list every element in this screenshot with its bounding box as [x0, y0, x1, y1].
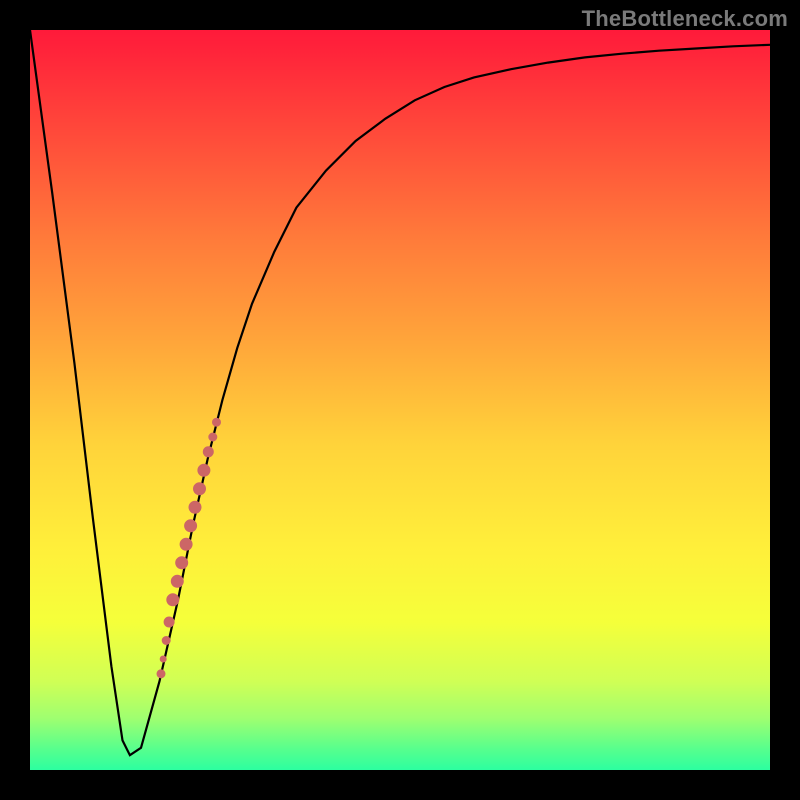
highlight-point [157, 670, 165, 678]
bottleneck-curve [30, 30, 770, 755]
highlight-point [203, 447, 213, 457]
highlight-point [164, 617, 174, 627]
highlight-point [167, 594, 179, 606]
highlight-point [213, 418, 221, 426]
highlight-point [171, 575, 183, 587]
highlight-point [176, 557, 188, 569]
highlight-point [189, 501, 201, 513]
chart-frame: TheBottleneck.com [0, 0, 800, 800]
highlight-point [160, 656, 166, 662]
highlight-point [209, 433, 217, 441]
highlight-point [198, 464, 210, 476]
highlight-point [162, 637, 170, 645]
watermark-label: TheBottleneck.com [582, 6, 788, 32]
highlight-point [185, 520, 197, 532]
plot-area [30, 30, 770, 770]
highlight-point [180, 538, 192, 550]
chart-svg [30, 30, 770, 770]
highlight-point [194, 483, 206, 495]
highlight-points [157, 418, 221, 678]
